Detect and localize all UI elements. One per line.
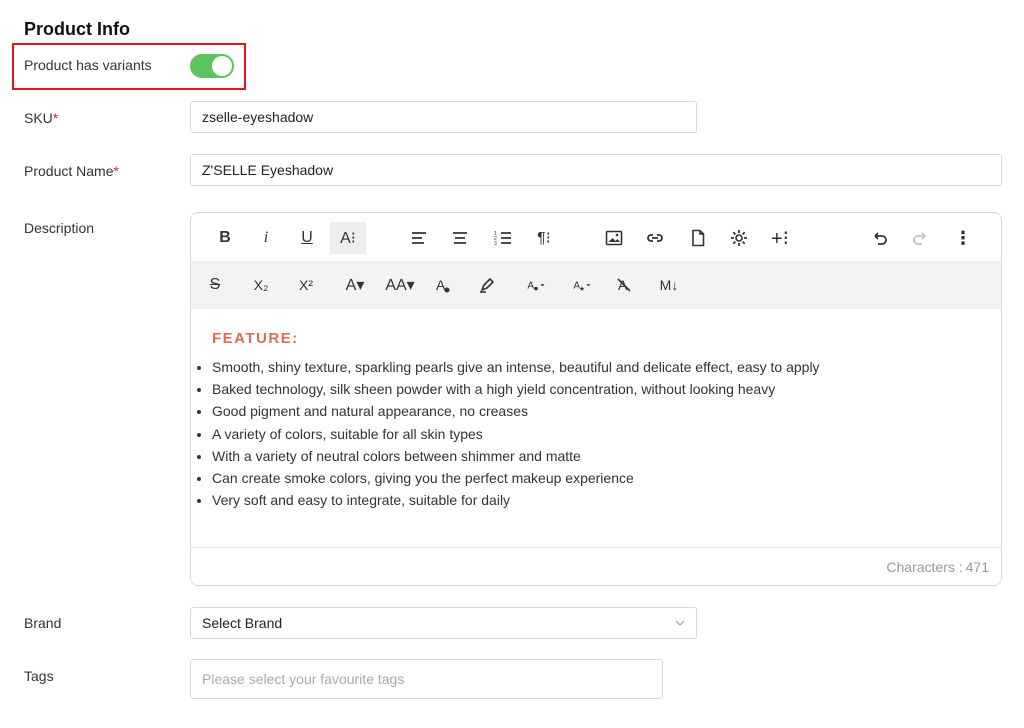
file-icon[interactable] <box>680 222 716 254</box>
undo-icon[interactable] <box>861 222 897 254</box>
more-misc-button[interactable]: ⋮ <box>945 222 981 254</box>
editor-toolbar-row-2: S X₂ X² A▾ AA▾ A A A A M↓ <box>191 261 1001 309</box>
page-title: Product Info <box>24 19 130 39</box>
svg-text:A: A <box>436 277 446 293</box>
editor-toolbar-row-1: B i U A⁝ 123 ¶⁝ +⁝ ⋮ <box>191 213 1001 261</box>
description-label: Description <box>24 220 95 236</box>
tags-label: Tags <box>24 668 54 684</box>
underline-button[interactable]: U <box>289 222 325 254</box>
list-item: Can create smoke colors, giving you the … <box>212 467 820 489</box>
sku-label: SKU* <box>24 110 59 126</box>
required-mark: * <box>52 110 59 126</box>
svg-text:A: A <box>527 281 534 292</box>
tags-input[interactable] <box>190 659 663 699</box>
align-center-icon[interactable] <box>442 222 478 254</box>
feature-list: Smooth, shiny texture, sparkling pearls … <box>191 356 820 511</box>
subscript-button[interactable]: X₂ <box>243 269 279 301</box>
text-style-icon[interactable]: A <box>560 269 604 301</box>
brand-select[interactable]: Select Brand <box>190 607 697 639</box>
feature-heading: FEATURE: <box>212 330 299 347</box>
description-editor[interactable]: B i U A⁝ 123 ¶⁝ +⁝ ⋮ S X₂ X² A▾ AA▾ A A … <box>190 212 1002 586</box>
svg-text:3: 3 <box>494 241 497 247</box>
paragraph-format-button[interactable]: ¶⁝ <box>526 222 562 254</box>
italic-button[interactable]: i <box>248 222 284 254</box>
ordered-list-icon[interactable]: 123 <box>485 222 521 254</box>
text-color-button[interactable]: A <box>425 269 461 301</box>
variants-toggle[interactable] <box>190 54 234 78</box>
list-item: Good pigment and natural appearance, no … <box>212 400 820 422</box>
highlighter-icon[interactable] <box>469 269 505 301</box>
required-mark: * <box>113 163 119 179</box>
list-item: Baked technology, silk sheen powder with… <box>212 378 820 400</box>
list-item: A variety of colors, suitable for all sk… <box>212 423 820 445</box>
insert-more-button[interactable]: +⁝ <box>762 222 798 254</box>
brand-label: Brand <box>24 615 62 631</box>
toggle-knob <box>212 56 232 76</box>
product-name-input[interactable] <box>190 154 1002 186</box>
brand-selected-value: Select Brand <box>202 615 283 631</box>
sku-input[interactable] <box>190 101 697 133</box>
list-item: Very soft and easy to integrate, suitabl… <box>212 489 820 511</box>
list-item: Smooth, shiny texture, sparkling pearls … <box>212 356 820 378</box>
font-size-button[interactable]: AA▾ <box>378 269 422 301</box>
font-family-button[interactable]: A▾ <box>334 269 376 301</box>
redo-icon[interactable] <box>903 222 939 254</box>
strikethrough-button[interactable]: S <box>197 269 233 301</box>
product-name-label: Product Name* <box>24 163 119 179</box>
link-icon[interactable] <box>637 222 673 254</box>
superscript-button[interactable]: X² <box>288 269 324 301</box>
editor-footer-divider <box>191 547 1001 548</box>
editor-content[interactable]: FEATURE: Smooth, shiny texture, sparklin… <box>191 309 1001 547</box>
chevron-down-icon <box>674 608 686 649</box>
list-item: With a variety of neutral colors between… <box>212 445 820 467</box>
bold-button[interactable]: B <box>207 222 243 254</box>
markdown-button[interactable]: M↓ <box>651 269 687 301</box>
variants-label: Product has variants <box>24 57 152 73</box>
gear-icon[interactable] <box>721 222 757 254</box>
svg-text:A: A <box>573 281 580 292</box>
image-icon[interactable] <box>596 222 632 254</box>
background-color-icon[interactable]: A <box>514 269 558 301</box>
character-count: Characters :471 <box>886 559 989 575</box>
align-left-icon[interactable] <box>401 222 437 254</box>
clear-format-icon[interactable]: A <box>606 269 642 301</box>
more-text-button[interactable]: A⁝ <box>330 222 366 254</box>
